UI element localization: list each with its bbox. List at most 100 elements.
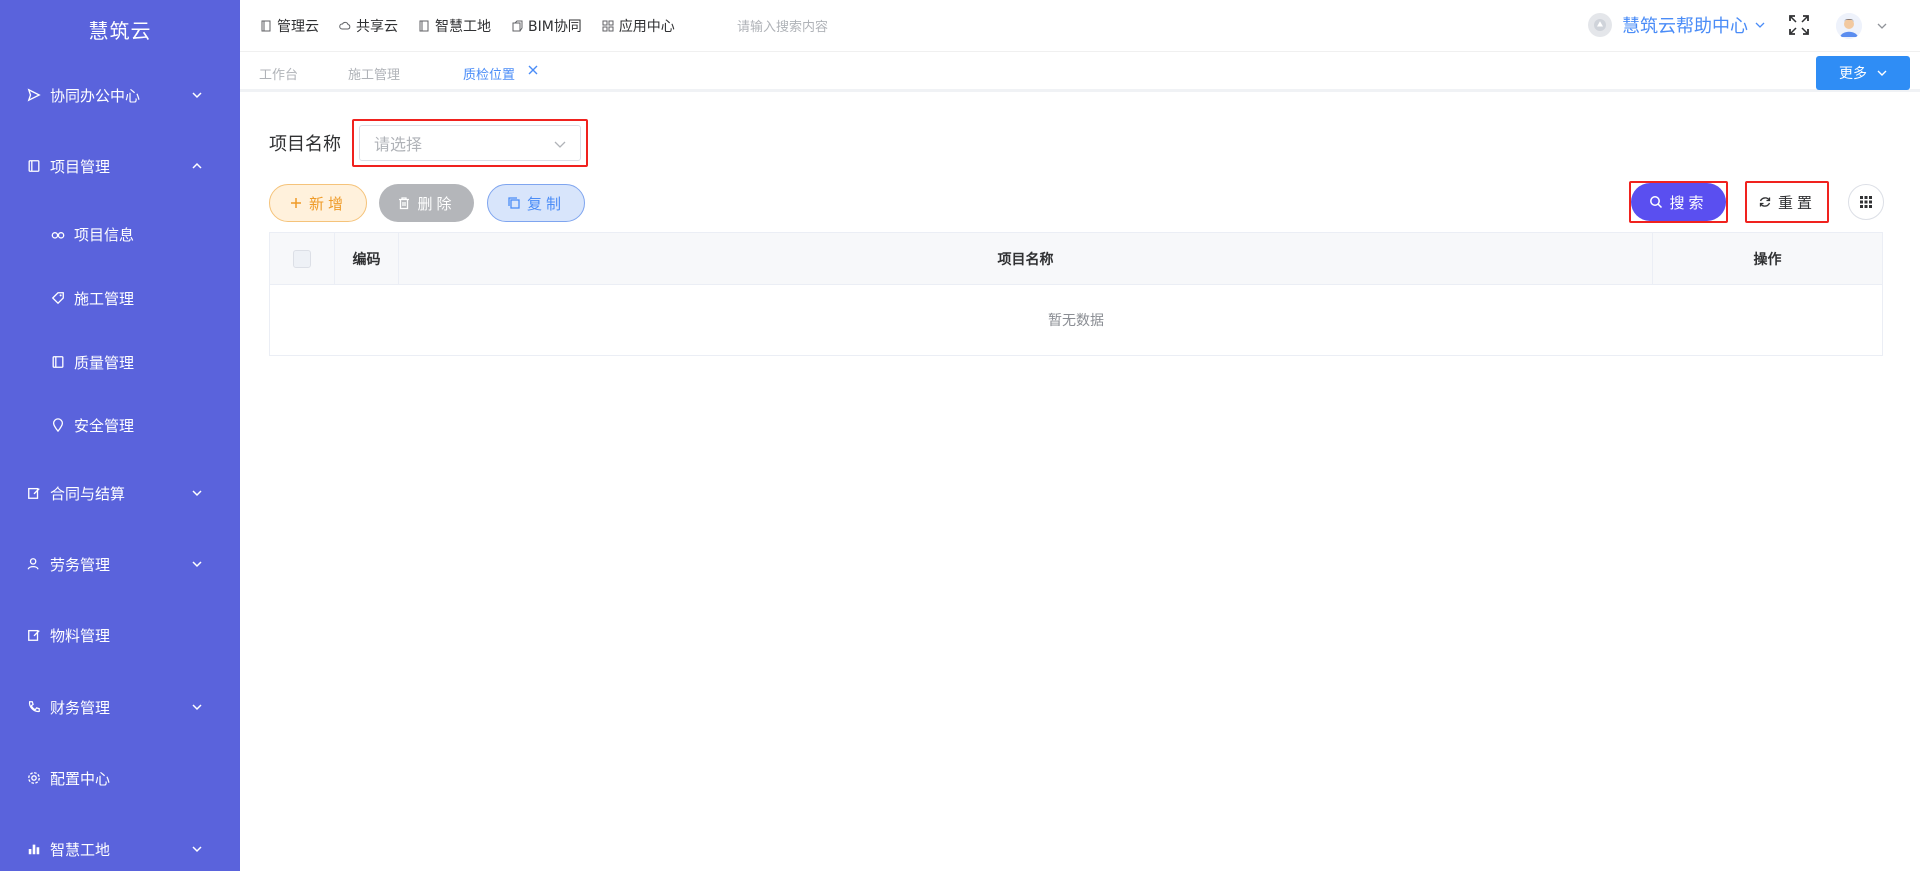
tab-quality-location[interactable]: 质检位置	[463, 64, 515, 83]
copy-label: 复制	[526, 194, 565, 213]
refresh-icon	[1759, 197, 1771, 207]
gear-icon	[26, 770, 42, 786]
top-nav-item-smart-site[interactable]: 智慧工地	[418, 16, 491, 36]
sidebar-item-label: 安全管理	[74, 416, 135, 435]
reset-label: 重置	[1777, 193, 1816, 212]
bar-chart-icon	[26, 841, 42, 857]
edit-icon	[26, 627, 42, 643]
user-icon	[26, 556, 42, 572]
sidebar-item-finance[interactable]: 财务管理	[0, 687, 240, 727]
trash-icon	[399, 197, 410, 210]
cube-icon	[512, 20, 523, 32]
chevron-down-icon	[192, 92, 202, 99]
data-table: 编码 项目名称 操作 暂无数据	[269, 232, 1883, 356]
top-nav-label: 管理云	[277, 19, 319, 35]
chevron-down-icon[interactable]	[1876, 20, 1888, 32]
app-logo: 慧筑云	[88, 18, 152, 43]
grid-icon	[602, 20, 614, 32]
table-header: 编码 项目名称 操作	[270, 233, 1882, 285]
top-nav-item-management-cloud[interactable]: 管理云	[260, 16, 319, 36]
more-button[interactable]: 更多	[1816, 56, 1910, 90]
sidebar-item-label: 劳务管理	[50, 555, 111, 574]
tab-workbench[interactable]: 工作台	[259, 64, 298, 83]
top-nav: 管理云 共享云 智慧工地 BIM协同 应用中心	[260, 0, 695, 52]
top-nav-label: BIM协同	[528, 19, 582, 35]
grid-icon	[1860, 196, 1872, 208]
delete-button[interactable]: 删除	[379, 184, 474, 222]
copy-button[interactable]: 复制	[487, 184, 585, 222]
more-label: 更多	[1839, 66, 1867, 82]
search-label: 搜索	[1669, 193, 1708, 212]
top-nav-label: 应用中心	[618, 19, 675, 35]
sidebar-item-label: 财务管理	[50, 698, 111, 717]
sidebar-item-config[interactable]: 配置中心	[0, 758, 240, 798]
user-avatar[interactable]	[1836, 13, 1862, 39]
top-nav-label: 共享云	[356, 19, 398, 35]
sidebar-item-project[interactable]: 项目管理	[0, 146, 240, 186]
reset-button[interactable]: 重置	[1747, 183, 1827, 221]
column-settings-button[interactable]	[1848, 184, 1884, 220]
project-select[interactable]: 请选择	[359, 125, 581, 161]
chevron-down-icon	[192, 704, 202, 711]
sidebar-item-collab[interactable]: 协同办公中心	[0, 75, 240, 115]
sidebar-item-label: 项目信息	[74, 225, 135, 244]
sidebar-item-label: 合同与结算	[50, 484, 126, 503]
sidebar-item-smart-site[interactable]: 智慧工地	[0, 829, 240, 869]
chevron-down-icon	[1755, 22, 1765, 28]
top-nav-item-bim[interactable]: BIM协同	[511, 16, 582, 36]
global-search-input[interactable]: 请输入搜索内容	[737, 16, 828, 35]
help-center-link[interactable]: 慧筑云帮助中心	[1588, 12, 1766, 38]
chevron-up-icon	[192, 162, 202, 169]
sidebar-item-quality[interactable]: 质量管理	[0, 342, 240, 382]
copy-icon	[508, 197, 520, 209]
top-nav-item-app-center[interactable]: 应用中心	[602, 16, 675, 36]
page-tabs: 工作台 施工管理 质检位置 更多	[240, 52, 1920, 92]
sidebar-item-contract[interactable]: 合同与结算	[0, 473, 240, 513]
sidebar-item-label: 配置中心	[50, 769, 111, 788]
column-header-actions: 操作	[1753, 251, 1782, 268]
fullscreen-icon[interactable]	[1788, 14, 1810, 36]
help-center-label: 慧筑云帮助中心	[1622, 16, 1748, 37]
tag-icon	[50, 290, 66, 306]
sidebar-item-project-info[interactable]: 项目信息	[0, 214, 240, 254]
sidebar-item-label: 质量管理	[74, 353, 135, 372]
add-label: 新增	[308, 194, 347, 213]
project-select-placeholder: 请选择	[374, 135, 423, 154]
empty-state: 暂无数据	[1048, 313, 1104, 329]
sidebar-item-material[interactable]: 物料管理	[0, 615, 240, 655]
sidebar-item-labor[interactable]: 劳务管理	[0, 544, 240, 584]
doc-icon	[261, 20, 271, 32]
phone-icon	[26, 699, 42, 715]
column-header-code[interactable]: 编码	[335, 233, 399, 284]
top-nav-item-shared-cloud[interactable]: 共享云	[339, 16, 398, 36]
project-name-label: 项目名称	[269, 134, 341, 155]
cloud-icon	[339, 21, 351, 30]
sidebar-item-label: 施工管理	[74, 289, 135, 308]
plus-icon	[290, 198, 301, 208]
column-header-project-name[interactable]: 项目名称	[399, 233, 1653, 284]
book-icon	[50, 354, 66, 370]
tab-construction[interactable]: 施工管理	[348, 64, 400, 83]
select-all-cell	[270, 233, 335, 284]
chevron-down-icon	[192, 490, 202, 497]
chevron-down-icon	[192, 846, 202, 853]
help-avatar-icon	[1588, 13, 1612, 37]
chevron-down-icon	[554, 141, 566, 148]
select-all-checkbox[interactable]	[293, 249, 311, 268]
sidebar-item-label: 智慧工地	[50, 840, 111, 859]
search-button[interactable]: 搜索	[1631, 183, 1726, 221]
chevron-down-icon	[1877, 70, 1887, 76]
search-icon	[1650, 196, 1663, 209]
doc-icon	[419, 20, 429, 32]
send-icon	[26, 87, 42, 103]
book-icon	[26, 158, 42, 174]
sidebar-item-label: 协同办公中心	[50, 86, 141, 105]
close-icon[interactable]	[526, 63, 540, 77]
sidebar-item-construction[interactable]: 施工管理	[0, 278, 240, 318]
sidebar: 慧筑云 协同办公中心 项目管理 项目信息 施工管理 质量管理 安全管理 合同与结…	[0, 0, 240, 871]
sidebar-item-safety[interactable]: 安全管理	[0, 405, 240, 445]
project-select-highlight: 请选择	[352, 119, 588, 167]
add-button[interactable]: 新增	[269, 184, 367, 222]
chevron-down-icon	[192, 561, 202, 568]
top-nav-label: 智慧工地	[435, 19, 491, 35]
